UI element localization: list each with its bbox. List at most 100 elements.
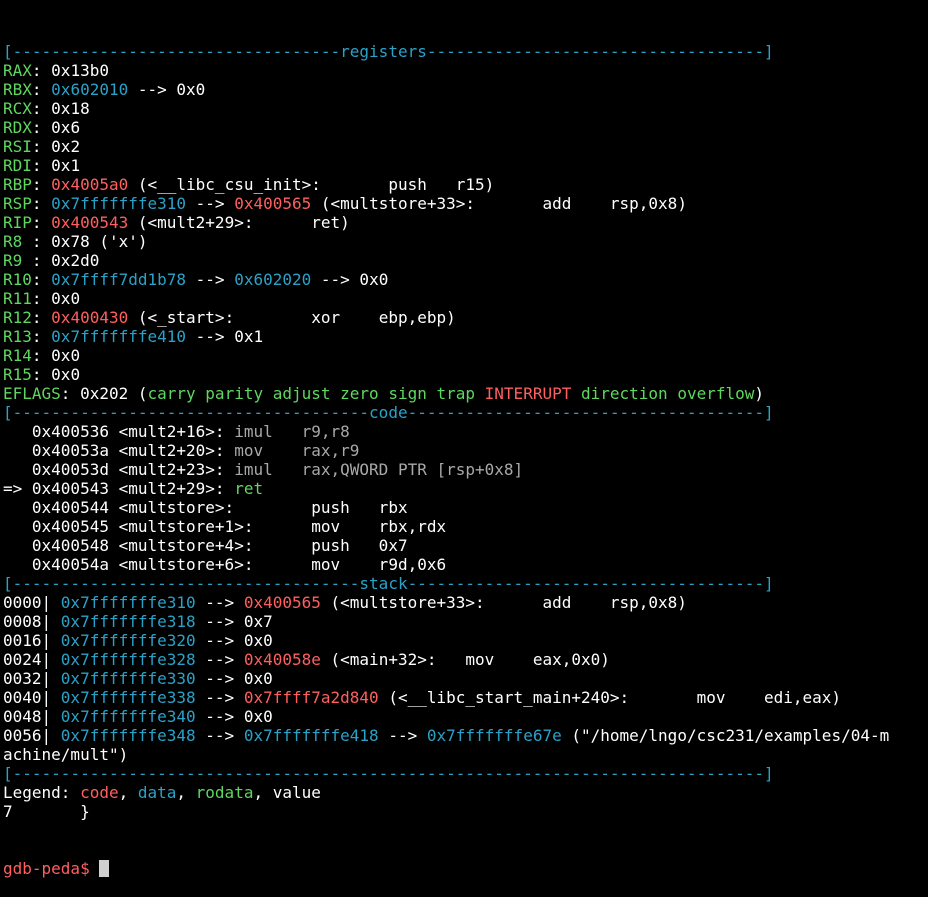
terminal-text-segment: : [31, 270, 52, 289]
terminal-text-segment: R15 [3, 365, 32, 384]
terminal-text-segment: RCX [3, 99, 32, 118]
terminal-text-segment: : 0x13b0 [31, 61, 109, 80]
terminal-text-segment: : 0x18 [31, 99, 90, 118]
terminal-text-segment: [---------------------------------------… [3, 764, 774, 783]
terminal-text-segment: 0x7fffffffe338 [60, 688, 196, 707]
terminal-text-segment: (<__libc_start_main+240>: mov edi,eax) [378, 688, 842, 707]
terminal-output: [----------------------------------regis… [3, 42, 928, 821]
terminal-text-segment: --> 0x1 [186, 327, 264, 346]
terminal-text-segment: : 0x0 [31, 365, 81, 384]
terminal-text-segment: : 0x2d0 [31, 251, 100, 270]
terminal-text-segment: R11 [3, 289, 32, 308]
terminal-text-segment: EFLAGS [3, 384, 61, 403]
terminal-text-segment: 0x400543 [51, 213, 129, 232]
terminal-text-segment: : 0x0 [31, 346, 81, 365]
terminal-text-segment: data [137, 783, 177, 802]
terminal-text-segment: achine/mult") [3, 745, 129, 764]
command-prompt-line[interactable]: gdb-peda$ [3, 859, 928, 878]
terminal-text-segment: --> 0x0 [311, 270, 389, 289]
terminal-text-segment: --> [195, 593, 244, 612]
terminal-text-segment: 0x400565 [234, 194, 312, 213]
terminal-text-segment: 7 } [3, 802, 90, 821]
terminal-text-segment: 0x7fffffffe340 [60, 707, 196, 726]
terminal-text-segment: RSI [3, 137, 32, 156]
terminal-line: 0056| 0x7fffffffe348 --> 0x7fffffffe418 … [3, 726, 928, 745]
terminal-text-segment: R14 [3, 346, 32, 365]
terminal-line: RCX: 0x18 [3, 99, 928, 118]
terminal-text-segment: => 0x400543 <mult2+29>: [3, 479, 235, 498]
terminal-text-segment: (<main+32>: mov eax,0x0) [320, 650, 610, 669]
terminal-text-segment: 0x40053d <mult2+23>: [3, 460, 235, 479]
terminal-line: R12: 0x400430 (<_start>: xor ebp,ebp) [3, 308, 928, 327]
terminal-text-segment: --> [186, 270, 235, 289]
terminal-text-segment: INTERRUPT [484, 384, 572, 403]
terminal-text-segment: : 0x78 ('x') [31, 232, 148, 251]
terminal-text-segment: ret [234, 479, 264, 498]
terminal-text-segment: mov rax,r9 [234, 441, 360, 460]
terminal-text-segment: --> 0x0 [128, 80, 206, 99]
terminal-text-segment: 0x7ffff7dd1b78 [51, 270, 187, 289]
terminal-text-segment: imul rax,QWORD PTR [rsp+0x8] [234, 460, 524, 479]
terminal-text-segment: R13 [3, 327, 32, 346]
command-input[interactable] [90, 859, 100, 878]
terminal-text-segment: : 0x2 [31, 137, 81, 156]
terminal-line: 0008| 0x7fffffffe318 --> 0x7 [3, 612, 928, 631]
terminal-text-segment: 0x7fffffffe348 [60, 726, 196, 745]
terminal-text-segment: , value [253, 783, 321, 802]
terminal-line: [---------------------------------------… [3, 764, 928, 783]
terminal-text-segment: --> 0x0 [195, 669, 273, 688]
prompt-label: gdb-peda$ [3, 859, 90, 878]
terminal-line: R11: 0x0 [3, 289, 928, 308]
terminal-text-segment: Legend: [3, 783, 81, 802]
terminal-line: RSI: 0x2 [3, 137, 928, 156]
terminal-text-segment: (<__libc_csu_init>: push r15) [128, 175, 495, 194]
terminal-text-segment: [-------------------------------------co… [3, 403, 774, 422]
terminal-text-segment: 0x7fffffffe310 [60, 593, 196, 612]
terminal-line: 0x400544 <multstore>: push rbx [3, 498, 928, 517]
terminal-line: 0000| 0x7fffffffe310 --> 0x400565 (<mult… [3, 593, 928, 612]
terminal-text-segment: --> [195, 726, 244, 745]
terminal-text-segment: --> [378, 726, 427, 745]
terminal-text-segment: carry parity adjust zero sign trap [147, 384, 485, 403]
terminal-text-segment: 0x7fffffffe320 [60, 631, 196, 650]
terminal-text-segment: --> 0x0 [195, 707, 273, 726]
terminal-text-segment: 0x7fffffffe418 [243, 726, 379, 745]
terminal-text-segment: : [31, 308, 52, 327]
terminal-text-segment: : 0x6 [31, 118, 81, 137]
terminal-line: => 0x400543 <mult2+29>: ret [3, 479, 928, 498]
terminal-line: 0x40053d <mult2+23>: imul rax,QWORD PTR … [3, 460, 928, 479]
terminal-text-segment: (<multstore+33>: add rsp,0x8) [320, 593, 687, 612]
terminal-text-segment: 0x40053a <mult2+20>: [3, 441, 235, 460]
terminal-text-segment: R10 [3, 270, 32, 289]
terminal-line: R15: 0x0 [3, 365, 928, 384]
terminal-text-segment: code [80, 783, 119, 802]
terminal-text-segment: imul r9,r8 [234, 422, 350, 441]
terminal-text-segment: RAX [3, 61, 32, 80]
terminal-text-segment: RDI [3, 156, 32, 175]
terminal-line: RDI: 0x1 [3, 156, 928, 175]
terminal-text-segment: ("/home/lngo/csc231/examples/04-m [561, 726, 890, 745]
terminal-text-segment: 0x7fffffffe67e [426, 726, 562, 745]
terminal-line: 0040| 0x7fffffffe338 --> 0x7ffff7a2d840 … [3, 688, 928, 707]
terminal-line: R10: 0x7ffff7dd1b78 --> 0x602020 --> 0x0 [3, 270, 928, 289]
terminal-text-segment: 0008| [3, 612, 61, 631]
terminal-text-segment: 0x40054a <multstore+6>: mov r9d,0x6 [3, 555, 447, 574]
terminal-line: 0x400548 <multstore+4>: push 0x7 [3, 536, 928, 555]
terminal-window[interactable]: [----------------------------------regis… [3, 4, 928, 897]
terminal-text-segment: 0048| [3, 707, 61, 726]
terminal-text-segment: 0x400430 [51, 308, 129, 327]
terminal-line: [----------------------------------regis… [3, 42, 928, 61]
terminal-line: Legend: code, data, rodata, value [3, 783, 928, 802]
terminal-line: EFLAGS: 0x202 (carry parity adjust zero … [3, 384, 928, 403]
terminal-text-segment: : [31, 175, 52, 194]
terminal-text-segment: 0032| [3, 669, 61, 688]
terminal-line: R9 : 0x2d0 [3, 251, 928, 270]
terminal-line: RIP: 0x400543 (<mult2+29>: ret) [3, 213, 928, 232]
terminal-text-segment: 0x4005a0 [51, 175, 129, 194]
terminal-line: RSP: 0x7fffffffe310 --> 0x400565 (<mults… [3, 194, 928, 213]
terminal-text-segment: : [31, 194, 52, 213]
terminal-text-segment: , [176, 783, 196, 802]
terminal-line: 0024| 0x7fffffffe328 --> 0x40058e (<main… [3, 650, 928, 669]
terminal-text-segment: : [31, 213, 52, 232]
terminal-text-segment: : [31, 327, 52, 346]
